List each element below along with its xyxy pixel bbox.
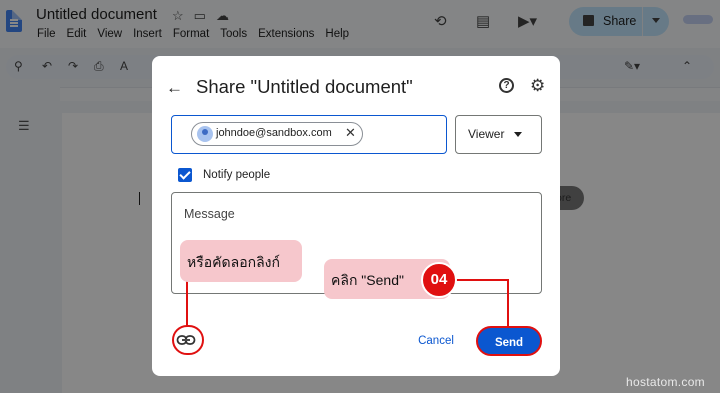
send-button[interactable]: Send bbox=[476, 326, 542, 356]
back-arrow-icon[interactable]: ← bbox=[166, 78, 183, 98]
message-placeholder: Message bbox=[184, 207, 235, 221]
cancel-button[interactable]: Cancel bbox=[408, 327, 464, 355]
connector-line bbox=[455, 279, 508, 281]
watermark: hostatom.com bbox=[626, 375, 705, 389]
close-icon[interactable]: ✕ bbox=[345, 125, 356, 141]
link-highlight-ring bbox=[172, 325, 204, 355]
notify-label[interactable]: Notify people bbox=[203, 169, 270, 181]
gear-icon[interactable]: ⚙ bbox=[530, 76, 545, 96]
dialog-title: Share "Untitled document" bbox=[196, 76, 413, 97]
step-badge: 04 bbox=[421, 262, 457, 298]
recipient-email: johndoe@sandbox.com bbox=[216, 127, 332, 139]
help-icon[interactable]: ? bbox=[499, 78, 514, 93]
checkbox-checked-icon[interactable] bbox=[178, 168, 192, 182]
role-value: Viewer bbox=[468, 127, 505, 141]
copy-link-note: หรือคัดลอกลิงก์ bbox=[180, 240, 302, 282]
recipient-avatar bbox=[197, 126, 213, 142]
connector-line bbox=[507, 279, 509, 327]
dropdown-arrow-icon[interactable] bbox=[514, 132, 522, 137]
